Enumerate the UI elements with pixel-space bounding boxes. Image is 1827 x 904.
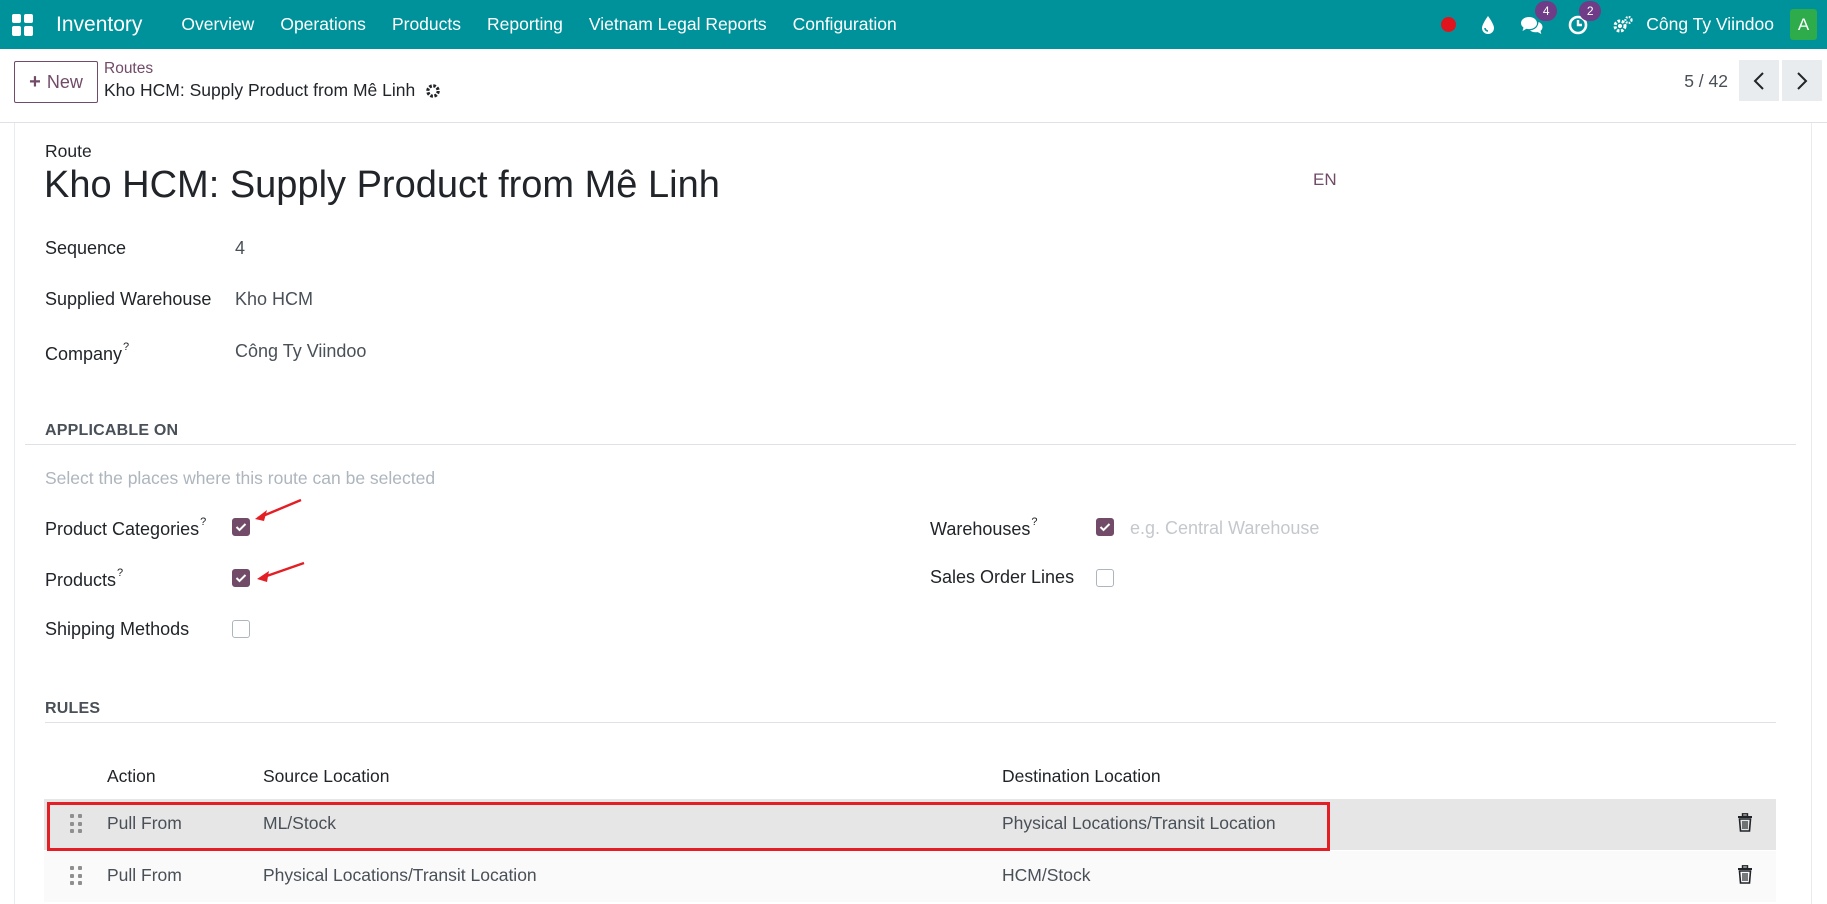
route-title[interactable]: Kho HCM: Supply Product from Mê Linh bbox=[44, 164, 720, 207]
droplet-icon bbox=[1482, 15, 1495, 34]
breadcrumb-current-label: Kho HCM: Supply Product from Mê Linh bbox=[104, 80, 416, 100]
rule-source: Physical Locations/Transit Location bbox=[263, 865, 537, 885]
menu-reporting[interactable]: Reporting bbox=[474, 0, 576, 49]
warehouses-input[interactable]: e.g. Central Warehouse bbox=[1130, 518, 1319, 539]
settings-icon bbox=[1613, 15, 1633, 32]
systray: 4 2 Công Ty Viindoo A bbox=[1441, 0, 1827, 49]
company-label: Company? bbox=[45, 341, 129, 365]
product-categories-checkbox[interactable] bbox=[232, 518, 250, 536]
check-icon bbox=[235, 574, 247, 583]
breadcrumb-current: Kho HCM: Supply Product from Mê Linh bbox=[104, 80, 441, 101]
rule-destination: HCM/Stock bbox=[1002, 865, 1091, 885]
messages-badge: 4 bbox=[1535, 0, 1558, 21]
trash-icon[interactable] bbox=[1737, 813, 1753, 832]
pager-value[interactable]: 5 / 42 bbox=[1684, 71, 1728, 92]
applicable-on-heading: APPLICABLE ON bbox=[45, 422, 179, 439]
pager-previous-button[interactable] bbox=[1739, 60, 1779, 101]
settings-button[interactable] bbox=[1612, 15, 1634, 35]
rules-divider bbox=[45, 722, 1776, 723]
breadcrumb-routes[interactable]: Routes bbox=[104, 60, 153, 78]
check-icon bbox=[1099, 523, 1111, 532]
column-source-location[interactable]: Source Location bbox=[263, 766, 389, 787]
new-button-label: New bbox=[46, 71, 83, 92]
activities-button[interactable]: 2 bbox=[1568, 0, 1602, 35]
app-name[interactable]: Inventory bbox=[56, 13, 142, 37]
products-checkbox[interactable] bbox=[232, 569, 250, 587]
route-label: Route bbox=[45, 141, 92, 161]
apps-menu-icon[interactable] bbox=[12, 13, 34, 36]
activities-badge: 2 bbox=[1579, 0, 1602, 21]
gear-icon[interactable] bbox=[425, 83, 441, 99]
menu-products[interactable]: Products bbox=[379, 0, 474, 49]
chevron-right-icon bbox=[1797, 71, 1808, 90]
sequence-label: Sequence bbox=[45, 238, 127, 258]
warehouses-help[interactable]: ? bbox=[1031, 516, 1037, 528]
main-menu: Overview Operations Products Reporting V… bbox=[168, 0, 909, 49]
product-categories-label: Product Categories? bbox=[45, 516, 206, 540]
theme-button[interactable] bbox=[1480, 15, 1496, 35]
menu-vietnam-legal-reports[interactable]: Vietnam Legal Reports bbox=[576, 0, 780, 49]
shipping-methods-label: Shipping Methods bbox=[45, 619, 190, 639]
annotation-highlight-box bbox=[47, 802, 1330, 851]
products-label: Products? bbox=[45, 567, 123, 591]
rule-action: Pull From bbox=[107, 865, 182, 885]
sales-order-lines-checkbox[interactable] bbox=[1096, 569, 1114, 587]
menu-configuration[interactable]: Configuration bbox=[780, 0, 910, 49]
language-button[interactable]: EN bbox=[1313, 170, 1337, 190]
top-navbar: Inventory Overview Operations Products R… bbox=[0, 0, 1827, 49]
menu-operations[interactable]: Operations bbox=[267, 0, 379, 49]
messages-button[interactable]: 4 bbox=[1520, 0, 1558, 35]
menu-overview[interactable]: Overview bbox=[168, 0, 267, 49]
record-dot-icon bbox=[1441, 17, 1457, 32]
rules-heading: RULES bbox=[45, 700, 101, 717]
new-button[interactable]: + New bbox=[14, 61, 98, 103]
company-field[interactable]: Công Ty Viindoo bbox=[235, 341, 366, 362]
shipping-methods-checkbox[interactable] bbox=[232, 620, 250, 638]
sequence-field[interactable]: 4 bbox=[235, 238, 245, 259]
annotation-arrow bbox=[257, 561, 305, 582]
product-categories-label-text: Product Categories bbox=[45, 519, 200, 539]
supplied-warehouse-label: Supplied Warehouse bbox=[45, 289, 212, 309]
warehouses-label-text: Warehouses bbox=[930, 519, 1031, 539]
table-row[interactable]: Pull From Physical Locations/Transit Loc… bbox=[44, 851, 1776, 902]
warehouses-label: Warehouses? bbox=[930, 516, 1038, 540]
record-button[interactable] bbox=[1441, 17, 1457, 32]
product-categories-help[interactable]: ? bbox=[200, 516, 206, 528]
warehouses-checkbox[interactable] bbox=[1096, 518, 1114, 536]
supplied-warehouse-field[interactable]: Kho HCM bbox=[235, 289, 313, 310]
plus-icon: + bbox=[29, 70, 41, 93]
annotation-arrow bbox=[255, 498, 302, 521]
applicable-divider bbox=[25, 444, 1796, 445]
chevron-left-icon bbox=[1753, 71, 1764, 90]
control-panel: + New Routes Kho HCM: Supply Product fro… bbox=[0, 49, 1827, 123]
company-help[interactable]: ? bbox=[123, 341, 129, 353]
trash-icon[interactable] bbox=[1737, 865, 1753, 884]
check-icon bbox=[235, 523, 247, 532]
products-help[interactable]: ? bbox=[117, 567, 123, 579]
column-destination-location[interactable]: Destination Location bbox=[1002, 766, 1161, 787]
avatar[interactable]: A bbox=[1790, 9, 1817, 40]
company-label-text: Company bbox=[45, 344, 123, 364]
drag-handle-icon[interactable] bbox=[70, 866, 82, 886]
column-action[interactable]: Action bbox=[107, 766, 156, 787]
pager-next-button[interactable] bbox=[1782, 60, 1822, 101]
products-label-text: Products bbox=[45, 570, 117, 590]
company-switcher[interactable]: Công Ty Viindoo bbox=[1646, 14, 1774, 35]
sales-order-lines-label: Sales Order Lines bbox=[930, 567, 1075, 587]
applicable-hint: Select the places where this route can b… bbox=[45, 468, 436, 488]
